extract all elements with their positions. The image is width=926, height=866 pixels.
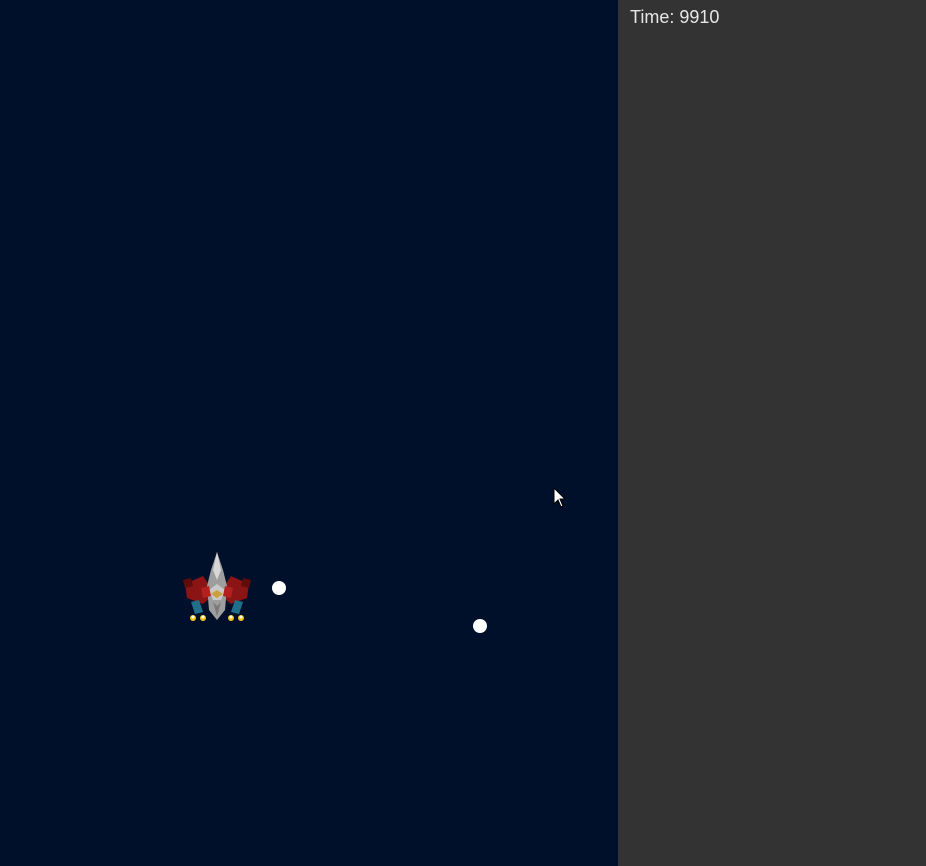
side-panel: Time: 9910 bbox=[618, 0, 926, 866]
player-ship-icon bbox=[183, 552, 251, 621]
game-window: Time: 9910 bbox=[0, 0, 926, 866]
mouse-cursor-icon bbox=[553, 487, 567, 508]
time-counter: Time: 9910 bbox=[630, 7, 720, 27]
bullet-icon bbox=[473, 619, 487, 633]
game-playfield[interactable] bbox=[0, 0, 618, 866]
bullet-icon bbox=[272, 581, 286, 595]
